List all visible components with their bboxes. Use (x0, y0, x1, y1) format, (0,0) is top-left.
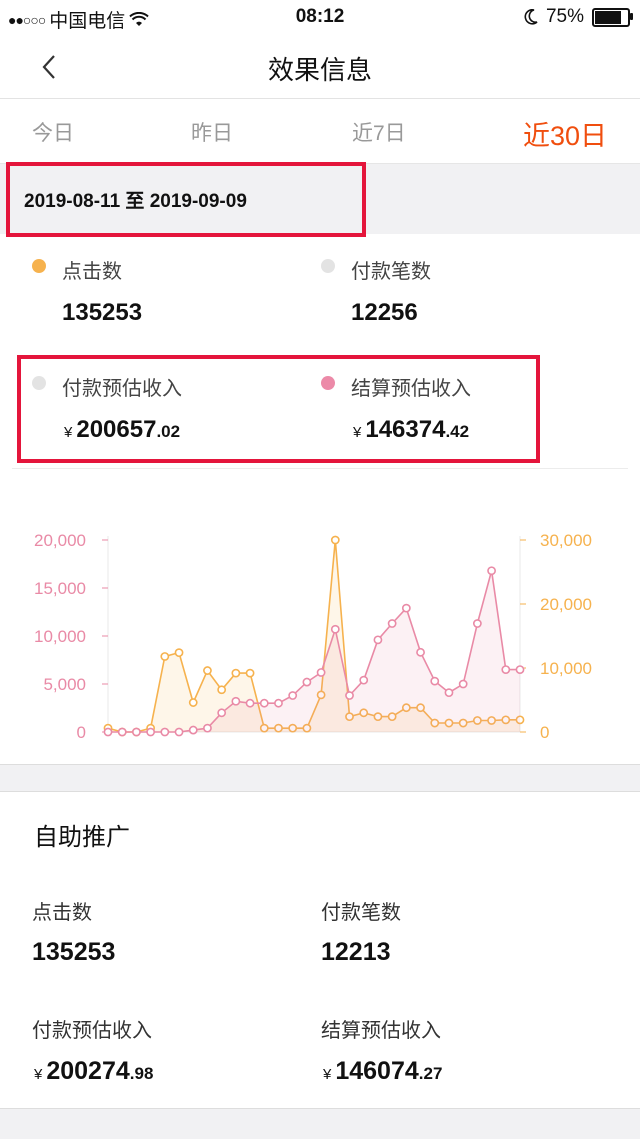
left-axis-tick: 20,000 (34, 531, 86, 550)
data-point-left (458, 679, 468, 689)
divider (12, 468, 628, 469)
data-point-left (146, 727, 156, 737)
data-point-left (245, 698, 255, 708)
bottom-separator (0, 1108, 640, 1139)
data-point-right (245, 668, 255, 678)
data-point-left (160, 727, 170, 737)
metric-clicks: 点击数 135253 (32, 255, 292, 335)
data-point-left (487, 566, 496, 576)
left-axis-tick: 5,000 (43, 675, 86, 694)
legend-dot-payments[interactable] (321, 259, 335, 273)
date-tabs: 今日 昨日 近7日 近30日 (0, 99, 640, 164)
data-point-left (259, 698, 269, 708)
moon-icon (524, 9, 538, 25)
data-point-left (430, 676, 440, 686)
section-separator (0, 764, 640, 792)
left-axis-tick: 10,000 (34, 627, 86, 646)
data-point-left (274, 698, 283, 708)
data-point-left (501, 665, 511, 674)
legend-dot-clicks[interactable] (32, 259, 46, 273)
metric-label: 付款笔数 (351, 261, 431, 283)
self-settle-income-label: 结算预估收入 (321, 1020, 441, 1042)
right-axis-tick: 0 (540, 723, 549, 742)
data-point-left (515, 665, 525, 674)
self-promo-title: 自助推广 (34, 824, 130, 851)
self-clicks-label: 点击数 (32, 902, 92, 924)
data-point-right (160, 652, 170, 661)
metric-label: 点击数 (62, 261, 122, 283)
data-point-left (231, 696, 241, 706)
data-point-left (316, 668, 326, 677)
trend-chart: 20,000 15,000 10,000 5,000 0 30,000 20,000 10,0… (34, 531, 592, 742)
data-point-left (345, 691, 354, 700)
data-point-right (330, 535, 340, 545)
self-pay-income-label: 付款预估收入 (32, 1020, 152, 1042)
data-point-left (472, 619, 482, 628)
data-point-left (401, 603, 411, 613)
left-axis-tick: 15,000 (34, 579, 86, 598)
data-point-right (217, 685, 227, 695)
tab-7-days[interactable]: 近7日 (352, 117, 406, 147)
data-point-left (359, 675, 369, 685)
data-point-left (444, 688, 454, 698)
data-point-left (117, 727, 127, 737)
data-point-left (302, 677, 312, 687)
tab-30-days[interactable]: 近30日 (523, 114, 607, 153)
metric-value: 135253 (62, 299, 143, 326)
self-settle-income-value: ¥146074.27 (323, 1057, 443, 1085)
data-point-left (203, 723, 212, 733)
battery-percent: 75% (545, 6, 584, 27)
data-point-left (288, 691, 298, 700)
data-point-left (217, 708, 227, 718)
page-title: 效果信息 (267, 55, 372, 85)
highlight-box-date (6, 162, 366, 237)
data-point-left (132, 727, 141, 737)
data-point-left (387, 619, 397, 628)
data-point-left (330, 624, 340, 634)
right-axis-tick: 20,000 (540, 595, 592, 614)
right-axis-tick: 10,000 (540, 659, 592, 678)
data-point-left (373, 635, 383, 645)
left-axis-tick: 0 (77, 723, 86, 742)
highlight-box-income (17, 355, 540, 463)
self-clicks-value: 135253 (32, 938, 116, 966)
data-point-left (416, 647, 425, 657)
metric-payments: 付款笔数 12256 (321, 255, 581, 335)
self-payments-label: 付款笔数 (321, 902, 401, 924)
right-axis-tick: 30,000 (540, 531, 592, 550)
self-payments-value: 12213 (321, 938, 391, 966)
self-pay-income-value: ¥200274.98 (34, 1057, 154, 1085)
data-point-right (231, 668, 241, 678)
metric-value: 12256 (351, 299, 418, 326)
data-point-left (188, 725, 198, 735)
tab-today[interactable]: 今日 (32, 117, 74, 147)
tab-yesterday[interactable]: 昨日 (191, 117, 233, 147)
data-point-left (103, 727, 113, 737)
data-point-left (174, 727, 184, 737)
status-bar: ●●○○○ 中国电信 08:12 75% (0, 0, 640, 34)
nav-bar: 效果信息 (0, 34, 640, 99)
data-point-right (203, 666, 212, 675)
battery-icon (592, 7, 633, 27)
data-point-right (174, 648, 184, 658)
data-point-right (188, 698, 198, 707)
